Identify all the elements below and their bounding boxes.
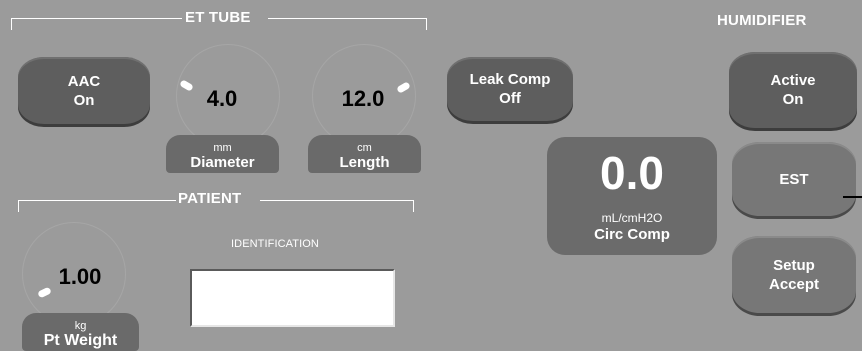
length-label: Length bbox=[339, 154, 390, 171]
circ-comp-value: 0.0 bbox=[600, 147, 664, 199]
pt-weight-unit: kg bbox=[74, 320, 87, 332]
diameter-value: 4.0 bbox=[206, 86, 238, 111]
diameter-label: Diameter bbox=[190, 154, 255, 171]
divider bbox=[11, 18, 12, 30]
diameter-knob[interactable]: 4.0 mm Diameter bbox=[162, 44, 294, 174]
divider bbox=[268, 18, 426, 19]
humidifier-title: HUMIDIFIER bbox=[717, 12, 807, 29]
length-knob[interactable]: 12.0 cm Length bbox=[302, 44, 434, 174]
aac-button-state: On bbox=[73, 91, 95, 109]
circ-comp-unit: mL/cmH2O bbox=[601, 211, 663, 225]
length-label-tab: cm Length bbox=[308, 135, 421, 173]
divider bbox=[18, 200, 176, 201]
pt-weight-value: 1.00 bbox=[58, 264, 102, 289]
circ-comp-display[interactable]: 0.0 mL/cmH2O Circ Comp bbox=[547, 137, 717, 255]
patient-title: PATIENT bbox=[178, 190, 242, 207]
et-tube-title: ET TUBE bbox=[185, 9, 251, 26]
length-unit: cm bbox=[357, 142, 372, 154]
setup-accept-label: Setup bbox=[773, 256, 815, 274]
setup-accept-label-2: Accept bbox=[768, 275, 820, 293]
pt-weight-knob[interactable]: 1.00 kg Pt Weight bbox=[18, 222, 146, 351]
aac-button[interactable]: AAC On bbox=[18, 57, 150, 124]
leak-comp-label: Leak Comp bbox=[469, 71, 551, 88]
length-value: 12.0 bbox=[341, 86, 385, 111]
humidifier-active-state: On bbox=[782, 91, 804, 108]
diameter-label-tab: mm Diameter bbox=[166, 135, 279, 173]
pt-weight-label-tab: kg Pt Weight bbox=[22, 313, 139, 351]
divider bbox=[11, 18, 182, 19]
identification-label: IDENTIFICATION bbox=[231, 238, 319, 250]
humidifier-active-label: Active bbox=[770, 72, 816, 89]
est-button[interactable]: EST bbox=[732, 142, 856, 216]
setup-accept-button[interactable]: Setup Accept bbox=[732, 236, 856, 313]
pt-weight-label: Pt Weight bbox=[43, 332, 118, 349]
est-button-label: EST bbox=[779, 170, 809, 188]
leak-comp-state: Off bbox=[499, 90, 521, 107]
humidifier-active-button[interactable]: Active On bbox=[729, 52, 857, 128]
divider bbox=[413, 200, 414, 212]
est-line bbox=[843, 196, 862, 198]
divider bbox=[260, 200, 413, 201]
circ-comp-label: Circ Comp bbox=[594, 226, 670, 243]
divider bbox=[426, 18, 427, 30]
divider bbox=[18, 200, 19, 212]
identification-input[interactable] bbox=[190, 269, 395, 327]
diameter-unit: mm bbox=[213, 142, 232, 154]
aac-button-label: AAC bbox=[67, 72, 101, 90]
leak-comp-button[interactable]: Leak Comp Off bbox=[447, 57, 573, 121]
